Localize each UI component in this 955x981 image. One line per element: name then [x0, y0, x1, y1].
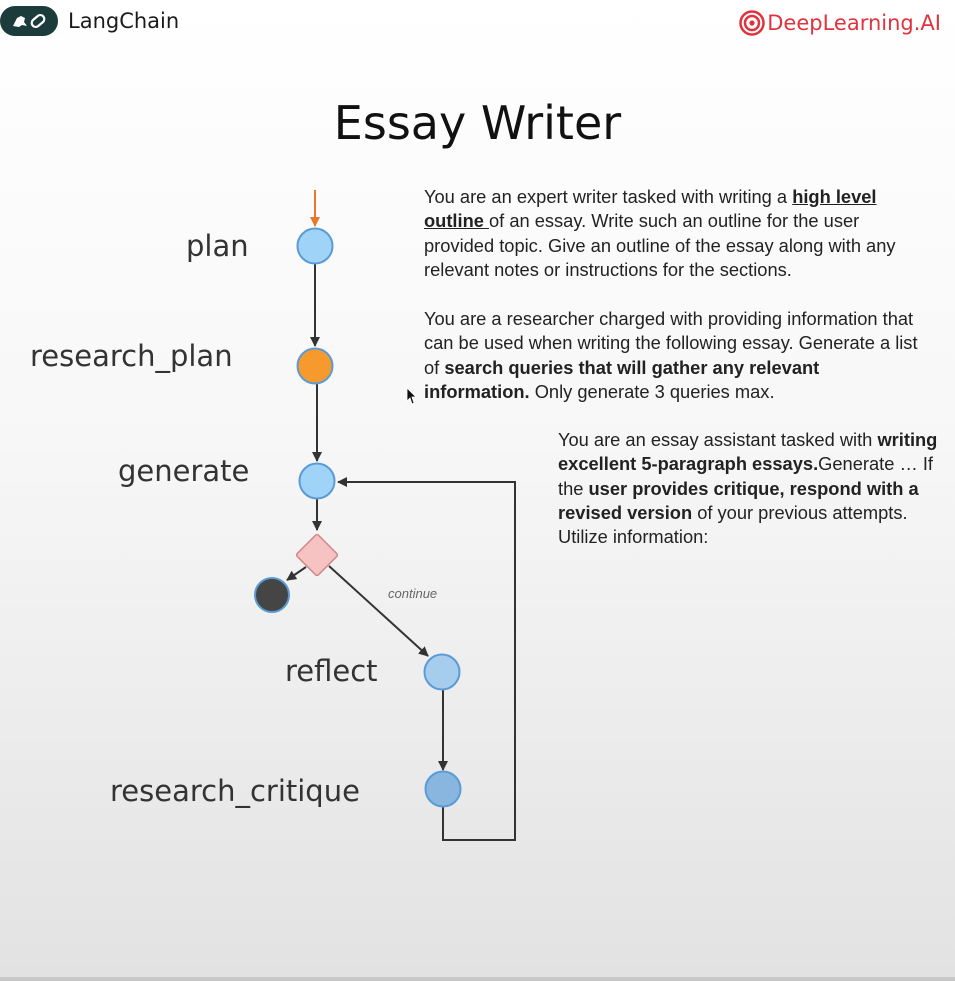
- label-generate: generate: [118, 454, 250, 488]
- label-reflect: reflect: [285, 654, 378, 688]
- prompt-plan: You are an expert writer tasked with wri…: [424, 185, 929, 282]
- mouse-cursor-icon: [406, 387, 417, 405]
- label-research-critique: research_critique: [110, 774, 360, 808]
- node-reflect[interactable]: [423, 653, 461, 691]
- prompt-plan-text-1: You are an expert writer tasked with wri…: [424, 186, 793, 207]
- prompt-research-plan: You are a researcher charged with provid…: [424, 307, 929, 404]
- node-research-critique[interactable]: [424, 770, 462, 808]
- edge-label-continue: continue: [388, 586, 438, 601]
- label-plan: plan: [186, 229, 249, 263]
- node-plan[interactable]: [296, 227, 334, 265]
- edge-decision-reflect: [328, 565, 429, 657]
- prompt-generate-text-1: You are an essay assistant tasked with: [558, 429, 878, 450]
- node-generate[interactable]: [298, 462, 336, 500]
- node-research-plan[interactable]: [296, 347, 334, 385]
- prompt-plan-text-2: of an essay. Write such an outline for t…: [424, 210, 896, 280]
- node-end[interactable]: [254, 577, 290, 613]
- bottom-divider: [0, 977, 955, 981]
- label-research-plan: research_plan: [30, 339, 233, 373]
- prompt-generate: You are an essay assistant tasked with w…: [558, 428, 943, 549]
- prompt-research-plan-text-2: Only generate 3 queries max.: [529, 380, 775, 402]
- edge-decision-end: [286, 566, 307, 581]
